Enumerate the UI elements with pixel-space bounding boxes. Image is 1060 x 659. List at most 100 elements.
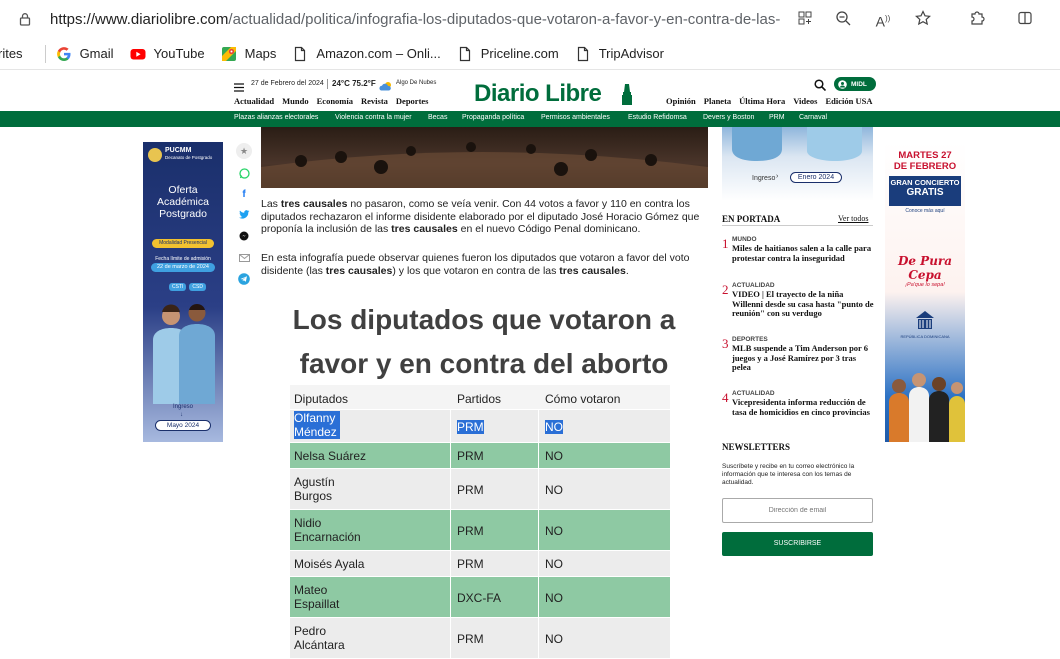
de-pura-cepa-ad[interactable]: MARTES 27 DE FEBRERO GRAN CONCIERTO GRATIS…	[885, 142, 965, 442]
topic-tag[interactable]: Estudio Refidomsa	[628, 114, 687, 121]
artists-photo	[885, 362, 965, 442]
ad-deadline-label: Fecha límite de admisión	[155, 256, 211, 262]
arrow-down-icon: ↓	[180, 412, 183, 418]
nav-opinion[interactable]: Opinión	[666, 96, 696, 106]
table-row: Agustín Burgos PRM NO	[290, 469, 670, 510]
webpage: 27 de Febrero del 2024 24°C 75.2°F Algo …	[0, 70, 1060, 659]
bookmark-star-icon[interactable]: ★	[236, 143, 252, 159]
cloud-icon	[379, 78, 393, 91]
topic-tag[interactable]: PRM	[769, 114, 785, 121]
right-ad-date: Enero 2024	[790, 172, 842, 183]
messenger-icon[interactable]	[236, 228, 252, 244]
header-date: 27 de Febrero del 2024	[251, 80, 324, 87]
table-header-row: Diputados Partidos Cómo votaron	[290, 385, 670, 410]
topic-tag[interactable]: Carnaval	[799, 114, 827, 121]
nav-deportes[interactable]: Deportes	[396, 96, 429, 106]
google-icon	[56, 46, 71, 61]
topic-tag[interactable]: Violencia contra la mujer	[335, 114, 412, 121]
article-paragraph-1: Las tres causales no pasaron, como se ve…	[261, 198, 700, 236]
table-row: Nelsa Suárez PRM NO	[290, 443, 670, 469]
cell-voto: NO	[545, 449, 563, 463]
cell-voto: NO	[545, 632, 563, 646]
bookmark-gmail[interactable]: Gmail	[56, 46, 114, 62]
cell-partido: PRM	[457, 524, 484, 538]
cell-diputado: Nidio Encarnación	[294, 516, 361, 544]
nav-actualidad[interactable]: Actualidad	[234, 96, 274, 106]
portada-item-2[interactable]: 2 ACTUALIDAD VIDEO | El trayecto de la n…	[722, 282, 874, 332]
cell-diputado: Olfanny Méndez	[294, 411, 340, 439]
cell-partido: DXC-FA	[457, 591, 502, 605]
cell-voto: NO	[545, 591, 563, 605]
right-ad-date: MARTES 27 DE FEBRERO	[893, 150, 957, 172]
favorite-star-icon[interactable]	[914, 10, 932, 28]
right-ad-tagline: ¡Pa'que lo sepa!	[905, 282, 945, 288]
search-icon[interactable]	[814, 78, 827, 92]
portada-item-4[interactable]: 4 ACTUALIDAD Vicepresidenta informa redu…	[722, 390, 874, 426]
telegram-icon[interactable]	[236, 271, 252, 287]
header-weather-desc: Algo De Nubes	[396, 80, 437, 86]
primary-nav-left: Actualidad Mundo Economía Revista Deport…	[234, 96, 429, 106]
bookmark-youtube[interactable]: YouTube	[130, 46, 205, 62]
col-header-como-votaron: Cómo votaron	[545, 392, 621, 406]
right-ad-footer: REPÚBLICA DOMINICANA	[900, 334, 950, 339]
col-header-partidos: Partidos	[457, 392, 502, 406]
ad-campuses: CSTI CSD	[169, 283, 206, 291]
hamburger-menu-icon[interactable]	[234, 79, 244, 92]
nav-ultima-hora[interactable]: Última Hora	[739, 96, 785, 106]
nav-economia[interactable]: Economía	[317, 96, 353, 106]
ad-ingreso-date: Mayo 2024	[155, 420, 211, 431]
nav-mundo[interactable]: Mundo	[282, 96, 308, 106]
ver-todos-link[interactable]: Ver todos	[838, 214, 868, 223]
topic-tag[interactable]: Propaganda política	[462, 114, 524, 121]
extensions-icon[interactable]	[968, 10, 986, 28]
bookmark-maps[interactable]: Maps	[221, 46, 276, 62]
cell-diputado: Moisés Ayala	[294, 557, 365, 571]
portada-item-1[interactable]: 1 MUNDO Miles de haitianos salen a la ca…	[722, 236, 874, 276]
nav-edicion-usa[interactable]: Edición USA	[825, 96, 872, 106]
maps-icon	[221, 46, 236, 61]
topic-tag[interactable]: Permisos ambientales	[541, 114, 610, 121]
split-screen-icon[interactable]	[1016, 10, 1034, 28]
newsletter-desc: Suscríbete y recibe en tu correo electró…	[722, 463, 855, 486]
topic-tag[interactable]: Becas	[428, 114, 447, 121]
read-aloud-icon[interactable]: A))	[874, 10, 892, 30]
app-grid-icon[interactable]	[796, 10, 814, 28]
nav-revista[interactable]: Revista	[361, 96, 388, 106]
email-icon[interactable]	[236, 250, 252, 266]
newsletter-email-input[interactable]	[722, 498, 873, 523]
ad-brand: PUCMM	[165, 147, 192, 154]
cell-diputado: Pedro Alcántara	[294, 624, 345, 652]
bookmark-favorites[interactable]: rites	[0, 46, 23, 61]
ad-deadline: 22 de marzo de 2024	[151, 263, 215, 272]
bookmark-tripadvisor[interactable]: TripAdvisor	[575, 46, 664, 62]
bookmark-amazon[interactable]: Amazon.com – Onli...	[292, 46, 441, 62]
pucmm-ad[interactable]: PUCMM Decanato de Postgrado Oferta Académ…	[143, 142, 223, 442]
twitter-icon[interactable]	[236, 207, 252, 223]
pucmm-seal-icon	[148, 148, 162, 162]
zoom-icon[interactable]	[834, 10, 852, 28]
topic-tag[interactable]: Plazas alianzas electorales	[234, 114, 318, 121]
topic-tag[interactable]: Devers y Boston	[703, 114, 754, 121]
bookmark-priceline[interactable]: Priceline.com	[457, 46, 559, 62]
cell-diputado: Mateo Espaillat	[294, 583, 340, 611]
portada-item-3[interactable]: 3 DEPORTES MLB suspende a Tim Anderson p…	[722, 336, 874, 376]
user-icon	[838, 79, 847, 89]
lock-icon	[19, 13, 31, 26]
cell-diputado: Nelsa Suárez	[294, 449, 367, 463]
page-icon	[577, 46, 588, 61]
right-top-ad[interactable]: Ingreso › Enero 2024	[722, 127, 873, 201]
browser-toolbar: https://www.diariolibre.com/actualidad/p…	[0, 0, 1060, 38]
concert-banner: GRAN CONCIERTO GRATIS	[889, 176, 961, 206]
whatsapp-icon[interactable]	[236, 165, 252, 181]
ad-ingreso: Ingreso	[172, 404, 193, 410]
facebook-icon[interactable]: f	[236, 186, 252, 202]
table-row: Olfanny Méndez PRM NO	[290, 410, 670, 443]
site-logo[interactable]: Diario Libre	[474, 80, 602, 108]
nav-videos[interactable]: Videos	[793, 96, 817, 106]
nav-planeta[interactable]: Planeta	[704, 96, 731, 106]
primary-nav-right: Opinión Planeta Última Hora Videos Edici…	[666, 96, 872, 106]
subscribe-button[interactable]: SUSCRIBIRSE	[722, 532, 873, 556]
right-ad-sub: Conoce más aquí	[905, 208, 945, 214]
article-paragraph-2: En esta infografía puede observar quiene…	[261, 252, 690, 277]
user-account-button[interactable]: MIDL	[834, 77, 876, 91]
